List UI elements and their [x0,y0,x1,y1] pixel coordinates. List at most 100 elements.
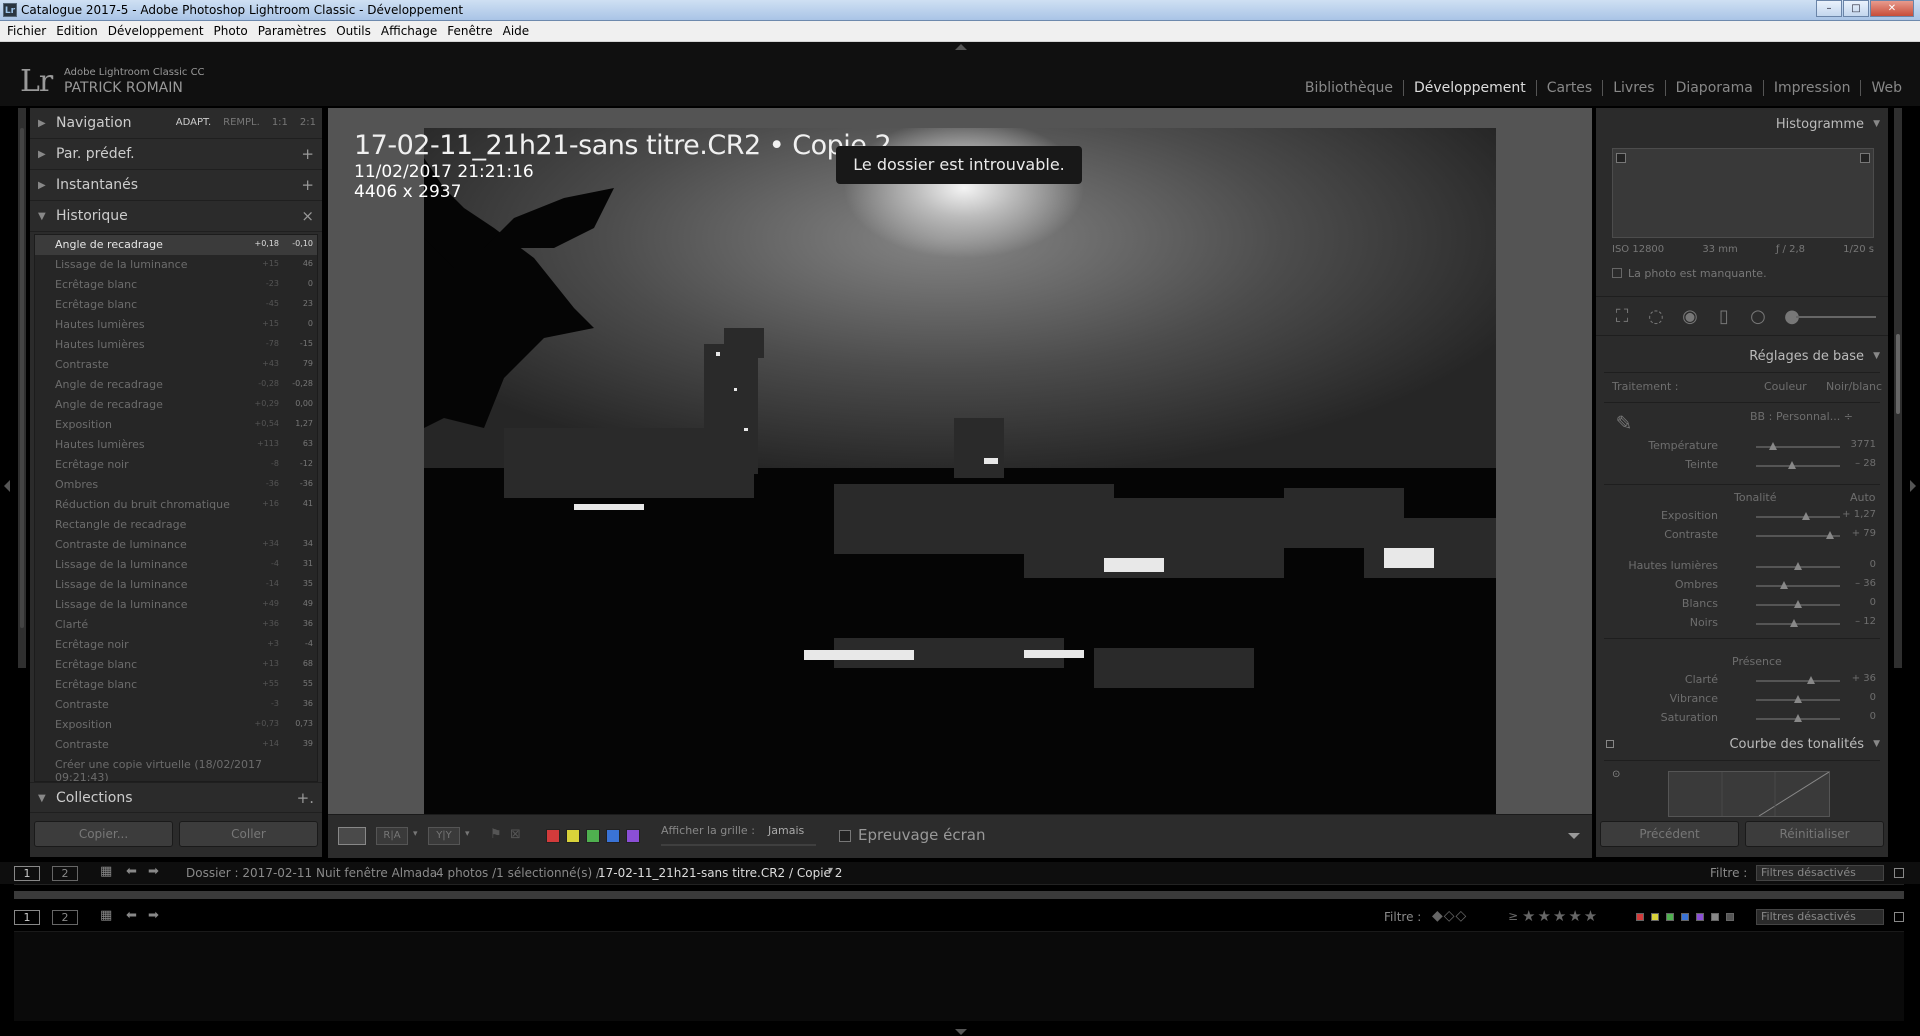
tone-curve-header[interactable]: Courbe des tonalités ▼ [1596,728,1888,759]
vibrance-value[interactable]: 0 [1836,692,1876,703]
soft-proofing-checkbox[interactable] [839,830,851,842]
folder-source[interactable]: Dossier : 2017-02-11 Nuit fenêtre Almada [186,866,437,880]
color-filter-swatch[interactable] [1726,913,1734,921]
menu-developpement[interactable]: Développement [103,21,209,41]
exposure-value[interactable]: + 1,27 [1836,509,1876,520]
right-scrollbar[interactable] [1894,108,1902,668]
color-label-swatch[interactable] [586,829,600,843]
filter-lock-icon[interactable] [1894,912,1904,922]
rating-operator[interactable]: ≥ [1508,909,1518,923]
history-item[interactable]: Exposition +0,54 1,27 [35,415,317,435]
history-item[interactable]: Angle de recadrage +0,18 -0,10 [35,235,317,255]
flag-icon[interactable]: ⚑ [490,827,506,843]
history-item[interactable]: Contraste +14 39 [35,735,317,755]
color-filter-swatch[interactable] [1696,913,1704,921]
collapse-triangle-icon[interactable]: ▼ [38,211,46,222]
history-item[interactable]: Exposition +0,73 0,73 [35,715,317,735]
toolbar-content-dropdown-icon[interactable] [1568,833,1580,839]
forward-arrow-icon[interactable]: ➡ [148,908,159,923]
contrast-control[interactable]: Contraste + 79 [1604,528,1880,544]
temperature-control[interactable]: Température 3771 [1604,439,1880,455]
rating-filter-stars[interactable]: ★★★★★ [1522,907,1599,925]
shadow-clipping-icon[interactable] [1616,153,1626,163]
expand-triangle-icon[interactable]: ▶ [38,118,46,129]
shadows-value[interactable]: – 36 [1836,578,1876,589]
color-label-swatch[interactable] [626,829,640,843]
flag-filter-icons[interactable]: ◆◇◇ [1432,908,1467,924]
history-item[interactable]: Ecrêtage noir -8 -12 [35,455,317,475]
history-item[interactable]: Clarté +36 36 [35,615,317,635]
collapse-triangle-icon[interactable]: ▼ [1873,119,1880,129]
saturation-slider-thumb[interactable] [1794,714,1802,722]
history-item[interactable]: Lissage de la luminance -14 35 [35,575,317,595]
history-item[interactable]: Contraste de luminance +34 34 [35,535,317,555]
forward-arrow-icon[interactable]: ➡ [148,864,159,879]
reset-settings-button[interactable]: Réinitialiser [1745,821,1884,847]
highlights-value[interactable]: 0 [1836,559,1876,570]
temperature-slider-thumb[interactable] [1768,442,1777,450]
exposure-slider-track[interactable] [1756,516,1840,518]
collections-header[interactable]: ▼ Collections +. [30,782,322,813]
vibrance-slider-thumb[interactable] [1794,695,1802,703]
history-item[interactable]: Contraste -3 36 [35,695,317,715]
add-preset-button[interactable]: + [301,145,314,163]
graduated-filter-tool-icon[interactable]: ▯ [1714,307,1734,327]
add-collection-button[interactable]: +. [297,789,314,807]
history-item[interactable]: Hautes lumières +15 0 [35,315,317,335]
right-panel-toggle-icon[interactable] [1910,480,1916,492]
wb-select[interactable]: Personnal... ÷ [1776,410,1853,423]
whites-control[interactable]: Blancs 0 [1604,597,1880,613]
before-after-ra-button[interactable]: R|A [376,827,408,845]
history-item[interactable]: Ecrêtage blanc -45 23 [35,295,317,315]
expand-triangle-icon[interactable]: ▶ [38,180,46,191]
current-file[interactable]: 17-02-11_21h21-sans titre.CR2 / Copie 2 [598,866,842,880]
adjustment-brush-slider[interactable] [1796,316,1876,318]
contrast-value[interactable]: + 79 [1836,528,1876,539]
color-filter-swatch[interactable] [1636,913,1644,921]
panel-switch-icon[interactable] [1606,740,1614,748]
blacks-slider-thumb[interactable] [1789,619,1798,627]
filter-lock-icon[interactable] [1894,868,1904,878]
histogram[interactable] [1604,144,1880,248]
menu-parametres[interactable]: Paramètres [253,21,331,41]
module-impression[interactable]: Impression [1764,80,1862,96]
color-label-swatch[interactable] [546,829,560,843]
main-window-button[interactable]: 1 [14,910,40,925]
paste-settings-button[interactable]: Coller [179,821,318,847]
blacks-control[interactable]: Noirs – 12 [1604,616,1880,632]
history-item[interactable]: Ecrêtage blanc +55 55 [35,675,317,695]
treatment-bw-option[interactable]: Noir/blanc [1826,380,1882,393]
exposure-control[interactable]: Exposition + 1,27 [1604,509,1880,525]
module-livres[interactable]: Livres [1603,80,1666,96]
exposure-slider-thumb[interactable] [1802,512,1811,520]
shadows-control[interactable]: Ombres – 36 [1604,578,1880,594]
tint-control[interactable]: Teinte – 28 [1604,458,1880,474]
grid-select[interactable]: Jamais [768,824,804,837]
auto-tone-button[interactable]: Auto [1850,491,1876,504]
color-filter-swatch[interactable] [1666,913,1674,921]
clarity-slider-track[interactable] [1756,680,1840,682]
color-filter-swatch[interactable] [1711,913,1719,921]
contrast-slider-thumb[interactable] [1825,531,1834,539]
minimize-button[interactable]: – [1816,0,1842,17]
highlight-clipping-icon[interactable] [1860,153,1870,163]
highlights-slider-thumb[interactable] [1794,562,1802,570]
clarity-slider-thumb[interactable] [1806,676,1815,684]
tint-value[interactable]: – 28 [1836,458,1876,469]
zoom-fit[interactable]: ADAPT. [176,117,211,128]
vibrance-control[interactable]: Vibrance 0 [1604,692,1880,708]
module-diaporama[interactable]: Diaporama [1666,80,1764,96]
collapse-triangle-icon[interactable]: ▼ [38,793,46,804]
history-item[interactable]: Ecrêtage blanc +13 68 [35,655,317,675]
menu-aide[interactable]: Aide [498,21,535,41]
color-label-swatch[interactable] [566,829,580,843]
expand-triangle-icon[interactable]: ▶ [38,149,46,160]
left-panel-toggle-icon[interactable] [4,480,10,492]
back-arrow-icon[interactable]: ⬅ [126,908,137,923]
left-scrollbar[interactable] [18,108,26,668]
basic-header[interactable]: Réglages de base ▼ [1596,340,1888,371]
collapse-triangle-icon[interactable]: ▼ [1873,351,1880,361]
tone-curve-graph[interactable] [1668,771,1830,817]
history-item[interactable]: Réduction du bruit chromatique +16 41 [35,495,317,515]
clarity-control[interactable]: Clarté + 36 [1604,673,1880,689]
